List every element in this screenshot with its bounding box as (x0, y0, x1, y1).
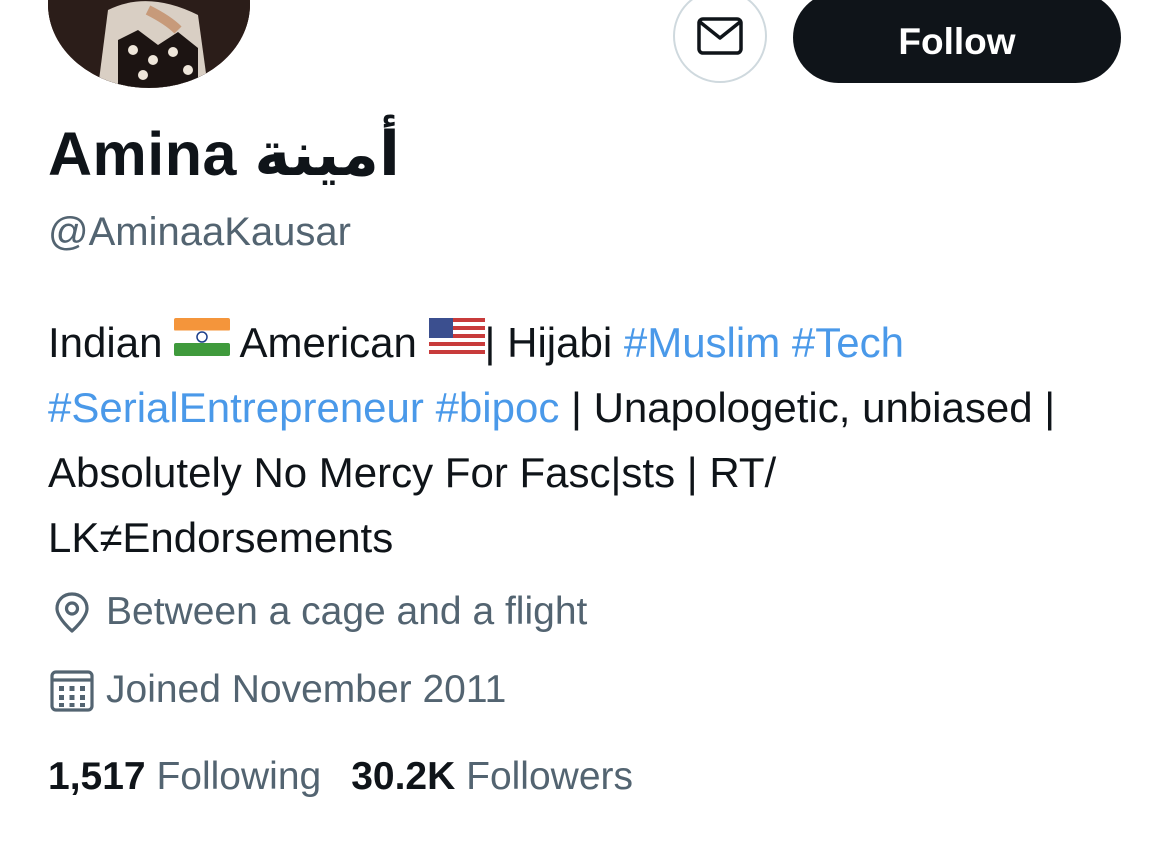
calendar-icon (50, 670, 94, 712)
following-count: 1,517 (48, 755, 146, 798)
follow-button[interactable]: Follow (793, 0, 1121, 83)
followers-label: Followers (466, 755, 633, 798)
joined-text: Joined November 2011 (106, 668, 507, 711)
envelope-icon (697, 17, 743, 55)
hashtag-link[interactable]: #SerialEntrepreneur (48, 384, 424, 431)
hashtag-link[interactable]: #Muslim (624, 319, 780, 366)
profile-location: Between a cage and a flight (48, 588, 587, 636)
location-pin-icon (55, 592, 89, 633)
avatar[interactable] (48, 0, 250, 88)
profile-bio: Indian American | Hijabi #Muslim #Tech #… (48, 310, 1128, 570)
usa-flag-icon (428, 309, 485, 374)
profile-joined-date: Joined November 2011 (48, 666, 506, 714)
bio-text: Indian (48, 319, 163, 366)
avatar-image (48, 0, 250, 88)
bio-text: | Hijabi (484, 319, 613, 366)
display-name-arabic: أمينة (254, 119, 400, 190)
message-button[interactable] (673, 0, 767, 83)
profile-stats: 1,517 Following 30.2K Followers (48, 755, 633, 799)
followers-link[interactable]: 30.2K Followers (351, 755, 633, 798)
username-handle: @AminaaKausar (48, 210, 351, 254)
following-link[interactable]: 1,517 Following (48, 755, 321, 798)
bio-text: American (239, 319, 417, 366)
hashtag-link[interactable]: #Tech (792, 319, 904, 366)
location-text: Between a cage and a flight (106, 590, 588, 633)
hashtag-link[interactable]: #bipoc (436, 384, 560, 431)
display-name: Amina أمينة (48, 118, 400, 191)
following-label: Following (156, 755, 322, 798)
display-name-latin: Amina (48, 120, 237, 188)
india-flag-icon (174, 309, 231, 374)
followers-count: 30.2K (351, 755, 456, 798)
